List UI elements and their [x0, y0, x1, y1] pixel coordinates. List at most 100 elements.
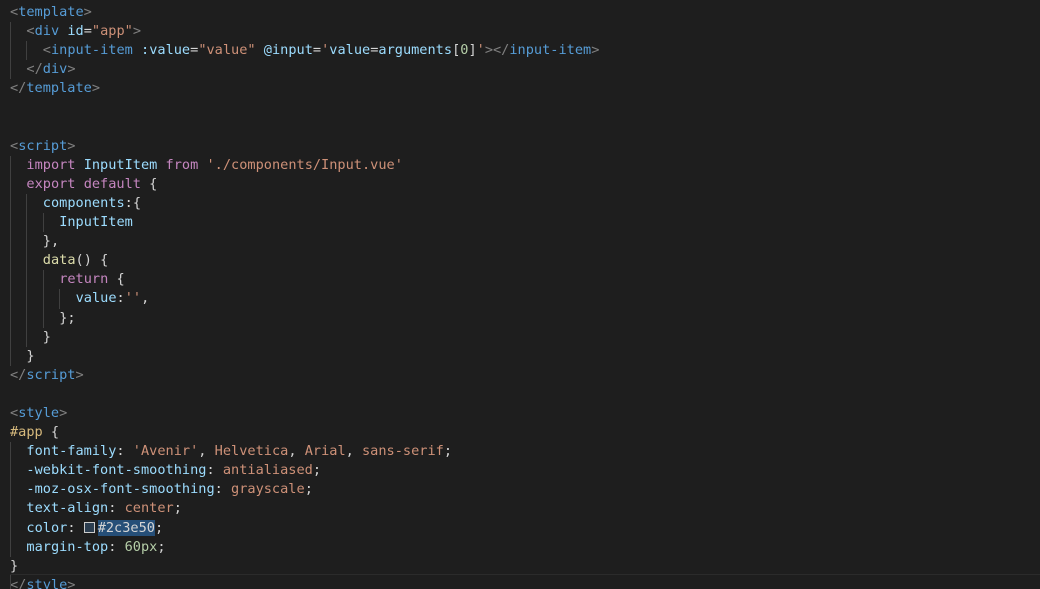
code-token: ,: [141, 290, 150, 307]
code-token: >: [91, 80, 101, 97]
code-token: () {: [75, 252, 109, 269]
code-line[interactable]: color: #2c3e50;: [0, 518, 1040, 538]
code-token: :: [108, 500, 125, 517]
indent-guide: [42, 289, 44, 309]
indent-guide: [26, 270, 28, 290]
code-line[interactable]: </style>: [0, 576, 1040, 589]
code-line[interactable]: }: [0, 327, 1040, 347]
code-line[interactable]: <style>: [0, 404, 1040, 423]
code-token: ]: [468, 42, 477, 59]
code-token: components: [42, 194, 125, 211]
code-token: 60px: [124, 538, 158, 555]
indent-guide: [10, 289, 11, 309]
code-token: InputItem: [83, 156, 158, 173]
code-token: >: [67, 137, 76, 154]
code-line[interactable]: }: [0, 346, 1040, 366]
indent-guide: [10, 327, 11, 347]
code-line[interactable]: <div id="app">: [0, 22, 1040, 42]
code-line[interactable]: </template>: [0, 79, 1040, 98]
color-swatch-icon[interactable]: [83, 521, 95, 533]
code-token: ': [476, 42, 485, 59]
code-token: ></: [484, 42, 510, 59]
code-line[interactable]: import InputItem from './components/Inpu…: [0, 155, 1040, 175]
code-line[interactable]: </script>: [0, 366, 1040, 385]
code-token: =: [312, 42, 322, 59]
indent-guide: [10, 537, 11, 557]
code-line[interactable]: margin-top: 60px;: [0, 537, 1040, 557]
code-line[interactable]: data() {: [0, 251, 1040, 271]
code-line[interactable]: };: [0, 308, 1040, 328]
code-token: './components/Input.vue': [206, 156, 403, 173]
end-of-file-rule: [10, 574, 1040, 575]
code-lines[interactable]: <template> <div id="app"> <input-item :val…: [0, 3, 1040, 589]
code-token: <: [42, 42, 51, 59]
code-line[interactable]: [0, 385, 1040, 404]
code-token: data: [42, 252, 76, 269]
indent-guide: [10, 22, 11, 42]
code-token: ,: [345, 443, 362, 460]
code-token: </: [10, 80, 27, 97]
code-token: >: [591, 42, 600, 59]
code-token: ,: [198, 443, 215, 460]
indent-guide: [10, 346, 11, 366]
indent-guide: [26, 193, 28, 214]
code-token: Helvetica: [214, 443, 289, 460]
code-editor[interactable]: <template> <div id="app"> <input-item :val…: [0, 0, 1040, 589]
code-token: margin-top: [26, 538, 109, 555]
code-line[interactable]: <template>: [0, 3, 1040, 22]
code-token: </: [26, 61, 43, 78]
code-token: :{: [124, 194, 142, 211]
code-line[interactable]: <script>: [0, 137, 1040, 156]
code-line[interactable]: -moz-osx-font-smoothing: grayscale;: [0, 480, 1040, 500]
code-line[interactable]: export default {: [0, 174, 1040, 194]
code-line[interactable]: -webkit-font-smoothing: antialiased;: [0, 461, 1040, 481]
code-token: -webkit-font-smoothing: [26, 462, 207, 479]
code-line[interactable]: return {: [0, 270, 1040, 290]
indent-guide: [26, 41, 28, 61]
code-token: template: [26, 80, 92, 97]
indent-guide: [10, 174, 11, 194]
indent-guide: [10, 232, 11, 252]
code-token: ,: [288, 443, 305, 460]
code-line[interactable]: </div>: [0, 60, 1040, 80]
indent-guide: [10, 480, 11, 500]
code-line[interactable]: text-align: center;: [0, 499, 1040, 519]
code-token: grayscale: [231, 481, 305, 498]
code-line[interactable]: #app {: [0, 423, 1040, 442]
code-line[interactable]: }: [0, 557, 1040, 576]
code-token: ;: [443, 443, 453, 460]
code-token: script: [18, 137, 68, 154]
indent-guide: [26, 289, 28, 309]
code-line[interactable]: value:'',: [0, 289, 1040, 309]
code-token: center: [124, 500, 174, 517]
code-line[interactable]: [0, 118, 1040, 137]
code-line[interactable]: InputItem: [0, 213, 1040, 233]
code-token: Arial: [304, 443, 346, 460]
code-token: {: [140, 175, 158, 192]
code-token: :: [67, 519, 84, 536]
code-token: }: [10, 557, 19, 574]
code-token: </: [10, 366, 27, 383]
indent-guide: [10, 251, 11, 271]
code-token: >: [75, 366, 84, 383]
code-token: import: [26, 156, 76, 173]
indent-guide: [26, 213, 28, 233]
code-token: script: [26, 366, 76, 383]
code-token: >: [67, 576, 76, 589]
code-token: <: [26, 23, 35, 40]
code-line[interactable]: components:{: [0, 193, 1040, 214]
code-token: arguments: [378, 42, 453, 59]
code-line[interactable]: [0, 98, 1040, 117]
code-line[interactable]: <input-item :value="value" @input='value…: [0, 41, 1040, 61]
code-token: value: [329, 42, 371, 59]
code-token: font-family: [26, 443, 117, 460]
code-line[interactable]: },: [0, 232, 1040, 252]
code-token: input-item: [509, 42, 592, 59]
code-token: };: [59, 309, 76, 326]
code-token: }: [26, 347, 35, 364]
code-line[interactable]: font-family: 'Avenir', Helvetica, Arial,…: [0, 442, 1040, 462]
code-token: :: [206, 462, 223, 479]
